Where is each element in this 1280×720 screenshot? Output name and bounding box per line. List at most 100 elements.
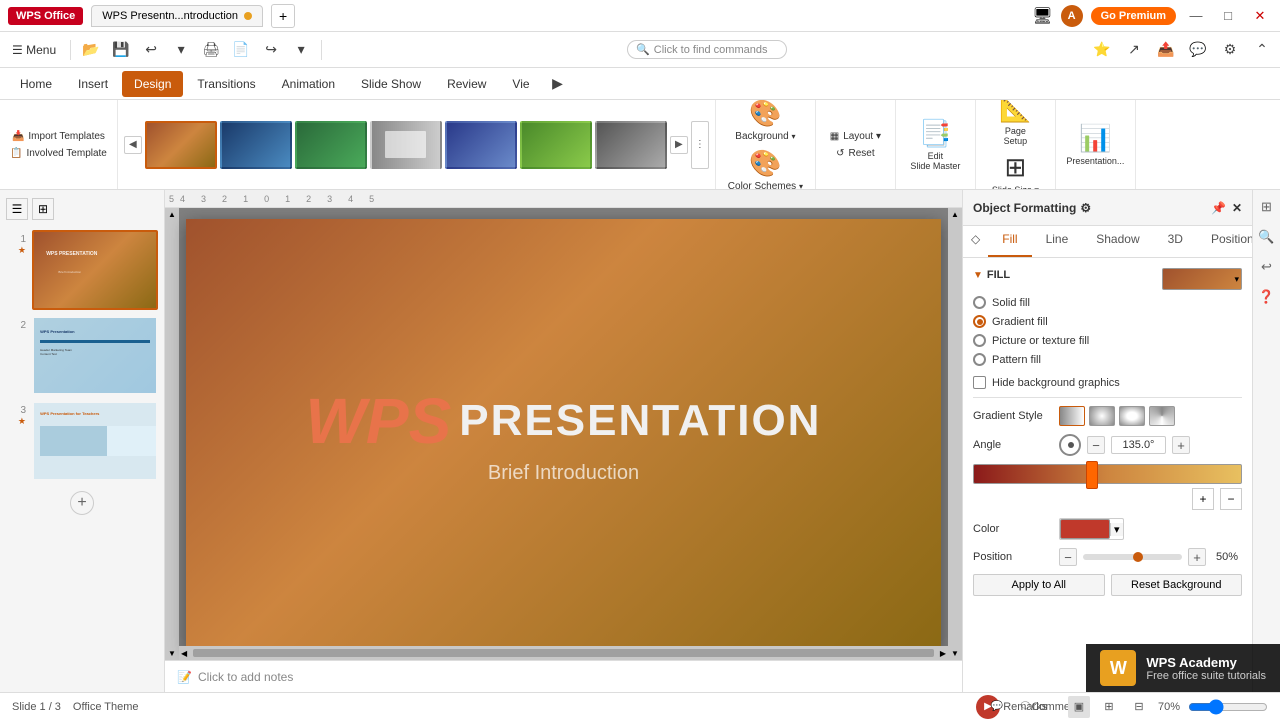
slide-2-thumbnail[interactable]: WPS Presentation Header Marketing TeamCo…	[32, 316, 158, 396]
scroll-up-button[interactable]: ▲	[166, 208, 178, 221]
wps-logo[interactable]: WPS Office	[8, 7, 83, 25]
scroll-left-button[interactable]: ◀	[179, 649, 189, 658]
slide-thumb-1[interactable]: 1 ★ WPS PRESENTATION Brief Introduction	[6, 230, 158, 310]
minimize-button[interactable]: —	[1184, 4, 1208, 28]
remove-stop-button[interactable]: −	[1220, 488, 1242, 510]
right-layout-button[interactable]: ⊞	[1256, 196, 1278, 218]
pdf-button[interactable]: 📄	[227, 36, 255, 64]
angle-decrease-button[interactable]: −	[1087, 436, 1105, 454]
pattern-fill-option[interactable]: Pattern fill	[973, 353, 1242, 366]
star-button[interactable]: ⭐	[1088, 36, 1116, 64]
add-slide-button[interactable]: +	[70, 491, 94, 515]
tab-slideshow[interactable]: Slide Show	[349, 71, 433, 97]
theme-more-button[interactable]: ⋮	[691, 121, 709, 169]
collapse-ribbon-button[interactable]: ⌃	[1248, 36, 1276, 64]
comment-button[interactable]: 🗨 Comment	[1038, 696, 1060, 718]
vertical-scroll-left[interactable]: ▲ ▼	[165, 208, 179, 660]
theme-prev-button[interactable]: ◀	[124, 136, 142, 154]
theme-next-button[interactable]: ▶	[670, 136, 688, 154]
go-premium-button[interactable]: Go Premium	[1091, 7, 1176, 25]
right-search-button[interactable]: 🔍	[1256, 226, 1278, 248]
panel-tab-shape[interactable]: ◇	[963, 226, 988, 257]
picture-fill-option[interactable]: Picture or texture fill	[973, 334, 1242, 347]
slides-list-toggle[interactable]: ☰	[6, 198, 28, 220]
menu-button[interactable]: ☰ Menu	[4, 39, 64, 61]
hide-bg-checkbox[interactable]: Hide background graphics	[973, 376, 1242, 389]
picture-fill-radio[interactable]	[973, 334, 986, 347]
theme-4[interactable]	[370, 121, 442, 169]
slide-size-button[interactable]: ⊞ Slide Size ▾	[988, 150, 1043, 190]
position-thumb[interactable]	[1133, 552, 1143, 562]
add-stop-button[interactable]: +	[1192, 488, 1214, 510]
scroll-right-button[interactable]: ▶	[938, 649, 948, 658]
theme-3[interactable]	[295, 121, 367, 169]
presentation-button[interactable]: 📊 Presentation...	[1062, 121, 1128, 168]
gradient-radial-button[interactable]	[1089, 406, 1115, 426]
zoom-slider[interactable]	[1188, 699, 1268, 715]
undo-button[interactable]: ↩	[137, 36, 165, 64]
import-templates-button[interactable]: 📥 Import Templates	[6, 129, 111, 144]
search-bar[interactable]: 🔍 Click to find commands	[627, 40, 787, 59]
hide-bg-box[interactable]	[973, 376, 986, 389]
background-button[interactable]: 🎨 Background ▾	[731, 100, 799, 144]
horizontal-scrollbar[interactable]: ◀ ▶	[179, 646, 948, 660]
position-slider[interactable]	[1083, 554, 1182, 560]
color-swatch[interactable]	[1060, 519, 1110, 539]
panel-pin-button[interactable]: 📌	[1211, 201, 1226, 215]
gradient-fill-radio[interactable]	[973, 315, 986, 328]
panel-tab-line[interactable]: Line	[1032, 226, 1083, 257]
settings-button[interactable]: ⚙	[1216, 36, 1244, 64]
angle-value[interactable]: 135.0°	[1111, 436, 1166, 454]
reset-button[interactable]: ↺ Reset	[830, 146, 881, 161]
slide-3-thumbnail[interactable]: WPS Presentation for Teachers	[32, 401, 158, 481]
comment-button[interactable]: 💬	[1184, 36, 1212, 64]
redo-button[interactable]: ↪	[257, 36, 285, 64]
involved-template-button[interactable]: 📋 Involved Template	[4, 146, 113, 161]
position-decrease-button[interactable]: −	[1059, 548, 1077, 566]
tab-insert[interactable]: Insert	[66, 71, 120, 97]
slide-canvas-area[interactable]: ▲ ▼ WPS PRESENTATION Brief Introduction …	[165, 208, 962, 660]
scroll-right-down[interactable]: ▼	[949, 647, 961, 660]
theme-5[interactable]	[445, 121, 517, 169]
slide-sorter-button[interactable]: ⊟	[1128, 696, 1150, 718]
open-button[interactable]: 📂	[77, 36, 105, 64]
slide-1-thumbnail[interactable]: WPS PRESENTATION Brief Introduction	[32, 230, 158, 310]
more-tabs-button[interactable]: ▶	[544, 70, 572, 98]
angle-increase-button[interactable]: +	[1172, 436, 1190, 454]
tab-view[interactable]: Vie	[500, 71, 541, 97]
right-help-button[interactable]: ❓	[1256, 286, 1278, 308]
notes-bar[interactable]: 📝 Click to add notes	[165, 660, 962, 692]
panel-tab-3d[interactable]: 3D	[1154, 226, 1197, 257]
fill-color-dropdown[interactable]: ▾	[1234, 274, 1239, 285]
right-undo-button[interactable]: ↩	[1256, 256, 1278, 278]
main-slide[interactable]: WPS PRESENTATION Brief Introduction	[186, 219, 941, 649]
tab-design[interactable]: Design	[122, 71, 183, 97]
slides-grid-toggle[interactable]: ⊞	[32, 198, 54, 220]
print-button[interactable]: 🖨	[197, 36, 225, 64]
tab-review[interactable]: Review	[435, 71, 498, 97]
slide-thumb-2[interactable]: 2 WPS Presentation Header Marketing Team…	[6, 316, 158, 396]
position-increase-button[interactable]: +	[1188, 548, 1206, 566]
gradient-rect-button[interactable]	[1119, 406, 1145, 426]
gradient-linear-button[interactable]	[1059, 406, 1085, 426]
theme-2[interactable]	[220, 121, 292, 169]
reset-background-button[interactable]: Reset Background	[1111, 574, 1243, 596]
export-button[interactable]: 📤	[1152, 36, 1180, 64]
save-button[interactable]: 💾	[107, 36, 135, 64]
panel-tab-fill[interactable]: Fill	[988, 226, 1031, 257]
pattern-fill-radio[interactable]	[973, 353, 986, 366]
scroll-right-up[interactable]: ▲	[949, 208, 961, 221]
color-schemes-button[interactable]: 🎨 Color Schemes ▾	[724, 146, 807, 191]
theme-6[interactable]	[520, 121, 592, 169]
solid-fill-option[interactable]: Solid fill	[973, 296, 1242, 309]
color-dropdown-button[interactable]: ▾	[1110, 523, 1123, 536]
close-button[interactable]: ✕	[1248, 4, 1272, 28]
new-tab-button[interactable]: +	[271, 4, 295, 28]
outline-view-button[interactable]: ⊞	[1098, 696, 1120, 718]
scroll-down-button[interactable]: ▼	[166, 647, 178, 660]
tab-transitions[interactable]: Transitions	[185, 71, 267, 97]
gradient-bar[interactable]	[973, 464, 1242, 484]
normal-view-button[interactable]: ▣	[1068, 696, 1090, 718]
page-setup-button[interactable]: 📐 PageSetup	[995, 100, 1035, 148]
panel-tab-shadow[interactable]: Shadow	[1082, 226, 1153, 257]
